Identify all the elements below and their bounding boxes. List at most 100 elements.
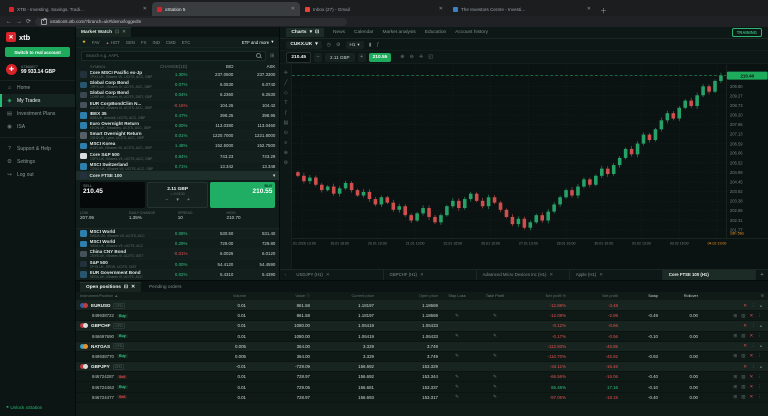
open-chart-icon[interactable]: ▥ [741,353,745,359]
more-icon[interactable]: ⋮ [757,313,762,319]
browser-tab[interactable]: xStation 5 ✕ [152,2,300,16]
shapes-tool-icon[interactable]: ◇ [284,90,288,96]
column-header-net-profit-[interactable]: Net profit % [514,293,566,298]
sidebar-item-home[interactable]: ⌂ Home [0,81,75,94]
take-profit-cell[interactable]: ✎ [476,333,514,339]
position-row[interactable]: 846724477 Sell 0.01 728.97 156.693 153.317 ✎ ✎ -… [76,392,768,403]
search-input[interactable]: Search e.g. AAPL [81,50,267,61]
sidebar-item-settings[interactable]: ⚙ Settings [0,155,75,168]
open-chart-icon[interactable]: ▥ [741,384,745,390]
duplicate-icon[interactable]: ⊞ [733,384,737,390]
collapse-icon[interactable]: ▴ [760,323,762,329]
column-header-current-price[interactable]: Current price [310,293,375,298]
duplicate-icon[interactable]: ⊞ [733,353,737,359]
tab-news[interactable]: News [333,30,345,35]
tab-close-icon[interactable]: ✕ [143,6,147,12]
volume-box[interactable]: 2.11 GBP ≈ 0.0100 − ▾ + [147,182,209,208]
position-row[interactable]: EURUSD CFD 0.01 861.58 1.18197 1.18669 -12.88%… [76,300,768,312]
new-chart-tab-button[interactable]: + [756,272,768,278]
selected-instrument-row[interactable]: Core FTSE 100 ▾ [76,171,280,180]
candlestick-chart[interactable]: 209.80 209.27 208.73 208.20 207.66 207.13 206.… [292,64,768,251]
take-profit-cell[interactable]: ✎ [476,353,514,359]
list-tool-icon[interactable]: ≡ [284,140,287,146]
chart-tab-close-icon[interactable]: ✕ [599,272,603,278]
tab-education[interactable]: Education [425,30,446,35]
filter-fav[interactable]: FAV [92,40,100,45]
tab-close-icon[interactable]: ✕ [291,6,295,12]
tool-settings-icon[interactable]: ⚙ [284,160,288,166]
symbol-select[interactable]: CUKX.UK ▾ [286,40,322,49]
market-watch-tab[interactable]: Market Watch ⊡ ✕ [76,27,132,37]
instrument-row[interactable]: MSCI Switzerland CSW1.UK, iShares VII, UC… [76,162,280,171]
tab-market-analysis[interactable]: Market analysis [383,30,416,35]
alert-icon[interactable]: ◷ [327,42,331,48]
instrument-row[interactable]: Core MSCI Pacific ex-Jp CPXJ.UK, iShares … [76,70,280,81]
filter-gen[interactable]: GEN [126,40,135,45]
unlock-xstation-link[interactable]: ◂ Unlock xStation [0,398,75,416]
volume-box[interactable]: 2.11 GBP [325,52,355,62]
column-header-open-price[interactable]: Open price [374,293,438,298]
filter-hot[interactable]: ▲ HOT [106,40,120,45]
duplicate-icon[interactable]: ⊞ [733,333,737,339]
position-row[interactable]: 849938722 Buy 0.01 861.58 1.18197 1.18669 ✎ ✎ -1… [76,311,768,322]
column-header-rollover[interactable]: Rollover [658,293,698,298]
sidebar-item-log-out[interactable]: ↪ Log out [0,168,75,181]
instrument-row[interactable]: MSCI World IWDA.UK, iShares VII, UCITS, A… [76,239,280,250]
popout-icon[interactable]: ⊡ [124,285,128,290]
instrument-row[interactable]: MSCI World SWDA.UK, iShares VII, UCITS, A… [76,229,280,240]
add-tool-icon[interactable]: ⊕ [284,150,288,156]
take-profit-cell[interactable]: ✎ [476,374,514,380]
new-tab-button[interactable]: ＋ [600,6,607,16]
more-icon[interactable]: ⋮ [757,384,762,390]
chart-type-icon[interactable]: ▮ [369,42,372,48]
scroll-tabs-left-icon[interactable]: ‹ [280,272,290,277]
chart-tab[interactable]: Advanced Micro Devices Inc (H1) ✕ [477,269,570,280]
filter-etf-and-more[interactable]: ETF and more ▾ [242,39,274,45]
position-row[interactable]: GBPCHF CFD 0.01 1080.00 1.06419 1.06433 -0.12%… [76,321,768,332]
position-row[interactable]: 849938770 Buy 0.005 364.00 3.329 3.749 ✎ ✎ -110.… [76,351,768,363]
more-icon[interactable]: ⋮ [751,323,756,329]
layout-grid-icon[interactable]: ⊞ [270,53,274,59]
volume-increase-button[interactable]: + [357,52,366,62]
close-position-icon[interactable]: ✕ [743,303,747,309]
instrument-row[interactable]: IBEX 35 IB35.UK, Amundi, UCITS, ACC, GBP 0… [76,110,280,121]
volume-increase-button[interactable]: + [187,197,190,203]
instrument-row[interactable]: Global Corp Bond CORP.UK, iShares III, UC… [76,90,280,101]
open-chart-icon[interactable]: ▥ [741,374,745,380]
column-header-volume[interactable]: Volume [198,293,246,298]
column-header-instrument-position[interactable]: Instrument/Position ▲ [80,293,198,298]
template-tool-icon[interactable]: ▤ [284,120,289,126]
instrument-row[interactable]: Global Corp Bond CRPS.UK, iShares III, UC… [76,80,280,91]
stop-loss-cell[interactable]: ✎ [438,353,476,359]
more-icon[interactable]: ⋮ [751,364,756,370]
open-chart-icon[interactable]: ▥ [741,394,745,400]
chart-tab[interactable]: USDJPY (H1) ✕ [290,269,384,280]
close-position-icon[interactable]: ✕ [743,364,747,370]
open-chart-icon[interactable]: ▥ [741,333,745,339]
close-position-icon[interactable]: ✕ [750,353,754,359]
zoom-out-icon[interactable]: ⊖ [410,54,414,60]
duplicate-icon[interactable]: ⊞ [733,394,737,400]
fullscreen-icon[interactable]: ◱ [428,54,433,60]
take-profit-cell[interactable]: ✎ [476,313,514,319]
sidebar-item-isa[interactable]: ◉ ISA [0,120,75,133]
url-bar[interactable]: xstation5.xtb.com/?branch=uk#/demo/logge… [35,17,348,26]
sidebar-item-support-help[interactable]: ? Support & Help [0,142,75,155]
position-row[interactable]: 846697690 Buy 0.01 1080.00 1.06419 1.06433 ✎ ✎ -… [76,331,768,342]
instrument-row[interactable]: Euro Overnight Return XEON.UK, Xtrackers,… [76,121,280,132]
indicators-icon[interactable]: ƒ [376,42,379,48]
close-position-icon[interactable]: ✕ [750,394,754,400]
filter-ind[interactable]: IND [153,40,160,45]
close-position-icon[interactable]: ✕ [750,374,754,380]
chart-tab[interactable]: Apple (H1) ✕ [570,269,663,280]
indicator-tool-icon[interactable]: ƒ [284,110,287,116]
position-row[interactable]: 846724463 Buy 0.01 729.05 156.681 153.337 ✎ ✎ 65… [76,382,768,393]
table-settings-icon[interactable]: ⚙ [761,293,765,298]
column-header-value[interactable]: Value ⓘ [246,293,310,299]
interval-select[interactable]: H1 ▾ [345,40,364,49]
sell-price-button[interactable]: 210.45 [286,51,312,63]
popout-icon[interactable]: ⊡ [315,30,319,35]
more-icon[interactable]: ⋮ [751,303,756,309]
chart-tab-close-icon[interactable]: ✕ [549,272,553,278]
sidebar-item-investment-plans[interactable]: ▤ Investment Plans [0,107,75,120]
